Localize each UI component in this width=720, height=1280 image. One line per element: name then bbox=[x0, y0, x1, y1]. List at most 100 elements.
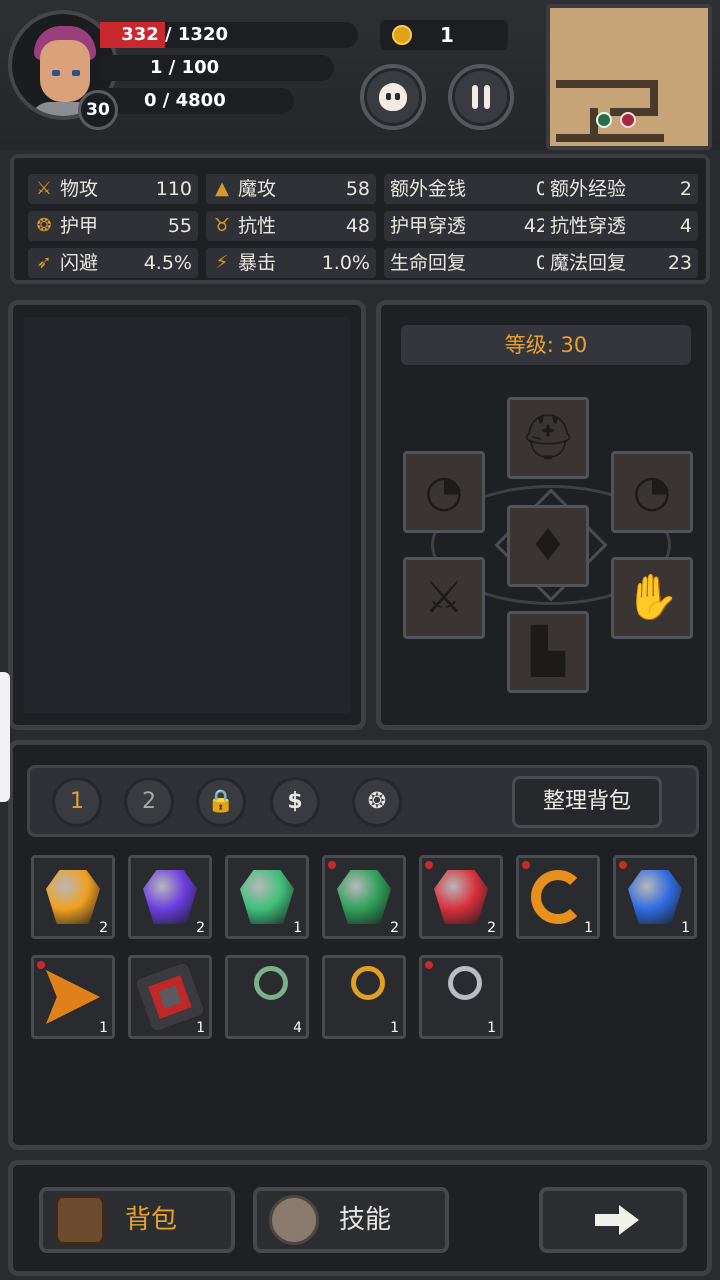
item-count: 4 bbox=[293, 1020, 302, 1036]
lightning-icon: ⚡ bbox=[215, 252, 229, 273]
stat-resistance-penetration: 抗性穿透 4 bbox=[544, 211, 698, 241]
paw-shield-icon: ❂ bbox=[36, 215, 52, 236]
new-item-dot bbox=[37, 961, 45, 969]
new-item-dot bbox=[425, 961, 433, 969]
stat-physical-attack: ⚔ 物攻 110 bbox=[28, 174, 198, 204]
stat-extra-gold: 额外金钱 0 bbox=[384, 174, 554, 204]
bag-item-detonator[interactable]: 1 bbox=[128, 955, 212, 1039]
sword-icon: ⚔ bbox=[35, 178, 53, 199]
ring-right-slot[interactable]: ◔ bbox=[611, 451, 693, 533]
new-item-dot bbox=[619, 861, 627, 869]
bag-item-green-gem[interactable]: 1 bbox=[225, 855, 309, 939]
gold-value: 1 bbox=[440, 23, 454, 47]
bag-item-green-key[interactable]: 4 bbox=[225, 955, 309, 1039]
mp-text: 1 / 100 bbox=[150, 57, 220, 78]
green-key-icon bbox=[254, 966, 288, 1000]
item-count: 1 bbox=[390, 1020, 399, 1036]
ruby-gem-icon bbox=[434, 870, 488, 924]
ring-icon: ◔ bbox=[424, 466, 464, 517]
ring-left-slot[interactable]: ◔ bbox=[403, 451, 485, 533]
bag-tab-2[interactable]: 2 bbox=[124, 777, 174, 827]
pause-button[interactable] bbox=[448, 64, 514, 130]
xp-bar: 0 / 4800 bbox=[100, 88, 294, 114]
boot-icon: ▙ bbox=[531, 626, 565, 677]
item-count: 1 bbox=[293, 920, 302, 936]
side-pull-handle[interactable] bbox=[0, 672, 10, 802]
sword-icon: ⚔ bbox=[424, 572, 464, 623]
bag-item-ruby-gem[interactable]: 2 bbox=[419, 855, 503, 939]
skill-button-label: 技能 bbox=[339, 1205, 392, 1235]
arrow-right-icon bbox=[595, 1205, 639, 1235]
pet-face-icon bbox=[379, 83, 407, 111]
bag-tab-pet[interactable]: ❂ bbox=[352, 777, 402, 827]
stat-resistance: ♉ 抗性 48 bbox=[206, 211, 376, 241]
wizard-hat-icon: ▲ bbox=[215, 178, 229, 199]
bag-button-label: 背包 bbox=[125, 1205, 178, 1235]
fist-icon bbox=[269, 1195, 319, 1245]
sort-bag-button[interactable]: 整理背包 bbox=[512, 776, 662, 828]
bag-tab-bar: 1 2 🔒 $ ❂ 整理背包 bbox=[27, 765, 699, 837]
stats-panel: ⚔ 物攻 110 ▲ 魔攻 58 额外金钱 0 额外经验 2 ❂ 护甲 55 ♉… bbox=[10, 154, 710, 284]
bag-item-silver-key[interactable]: 1 bbox=[419, 955, 503, 1039]
sapphire-gem-icon bbox=[628, 870, 682, 924]
stat-critical: ⚡ 暴击 1.0% bbox=[206, 248, 376, 278]
pause-icon bbox=[472, 85, 490, 109]
bag-tab-locked[interactable]: 🔒 bbox=[196, 777, 246, 827]
pet-button[interactable] bbox=[360, 64, 426, 130]
item-count: 1 bbox=[196, 1020, 205, 1036]
bag-item-sapphire-gem[interactable]: 1 bbox=[613, 855, 697, 939]
gold-counter: 1 bbox=[380, 20, 508, 50]
orange-gem-icon bbox=[46, 870, 100, 924]
armor-icon: ♦ bbox=[528, 520, 568, 571]
bag-item-amber-shard[interactable]: 1 bbox=[31, 955, 115, 1039]
lock-icon: 🔒 bbox=[207, 789, 235, 814]
stat-armor-penetration: 护甲穿透 42 bbox=[384, 211, 554, 241]
emerald-gem-icon bbox=[337, 870, 391, 924]
new-item-dot bbox=[328, 861, 336, 869]
bag-item-amber-claw[interactable]: 1 bbox=[516, 855, 600, 939]
paw-icon: ❂ bbox=[367, 789, 387, 814]
bag-panel: 1 2 🔒 $ ❂ 整理背包 221221111411 bbox=[8, 740, 712, 1150]
stat-extra-exp: 额外经验 2 bbox=[544, 174, 698, 204]
bag-tab-shop[interactable]: $ bbox=[270, 777, 320, 827]
helmet-icon: ⛑ bbox=[520, 412, 576, 463]
item-count: 1 bbox=[584, 920, 593, 936]
bag-item-emerald-gem[interactable]: 2 bbox=[322, 855, 406, 939]
helmet-slot[interactable]: ⛑ bbox=[507, 397, 589, 479]
bag-button[interactable]: 背包 bbox=[39, 1187, 235, 1253]
stat-hp-regen: 生命回复 0 bbox=[384, 248, 554, 278]
next-button[interactable] bbox=[539, 1187, 687, 1253]
xp-text: 0 / 4800 bbox=[144, 90, 226, 111]
purple-gem-icon bbox=[143, 870, 197, 924]
amber-claw-icon bbox=[531, 870, 585, 924]
detonator-icon bbox=[135, 962, 205, 1032]
gloves-slot[interactable]: ✋ bbox=[611, 557, 693, 639]
player-level-badge: 30 bbox=[78, 90, 118, 130]
equipment-panel: 等级: 30 ⛑ ◔ ◔ ♦ ⚔ ✋ ▙ bbox=[376, 300, 712, 730]
stat-mp-regen: 魔法回复 23 bbox=[544, 248, 698, 278]
bag-item-orange-gem[interactable]: 2 bbox=[31, 855, 115, 939]
item-count: 2 bbox=[196, 920, 205, 936]
hp-text: 332 / 1320 bbox=[121, 24, 228, 45]
stat-armor: ❂ 护甲 55 bbox=[28, 211, 198, 241]
bag-item-purple-gem[interactable]: 2 bbox=[128, 855, 212, 939]
ring-icon: ◔ bbox=[632, 466, 672, 517]
dollar-icon: $ bbox=[287, 789, 303, 814]
bag-tab-1[interactable]: 1 bbox=[52, 777, 102, 827]
backpack-icon bbox=[55, 1195, 105, 1245]
horned-helm-icon: ♉ bbox=[213, 215, 231, 236]
weapon-slot[interactable]: ⚔ bbox=[403, 557, 485, 639]
minimap[interactable] bbox=[546, 4, 712, 150]
boots-slot[interactable]: ▙ bbox=[507, 611, 589, 693]
gold-coin-icon bbox=[392, 25, 412, 45]
glove-icon: ✋ bbox=[624, 572, 680, 623]
running-icon: ➶ bbox=[36, 252, 52, 273]
item-count: 1 bbox=[681, 920, 690, 936]
armor-slot[interactable]: ♦ bbox=[507, 505, 589, 587]
item-count: 2 bbox=[487, 920, 496, 936]
minimap-player-marker bbox=[596, 112, 612, 128]
equipment-level-label: 等级: 30 bbox=[401, 325, 691, 365]
amber-shard-icon bbox=[46, 970, 100, 1024]
bag-item-gold-key[interactable]: 1 bbox=[322, 955, 406, 1039]
skill-button[interactable]: 技能 bbox=[253, 1187, 449, 1253]
